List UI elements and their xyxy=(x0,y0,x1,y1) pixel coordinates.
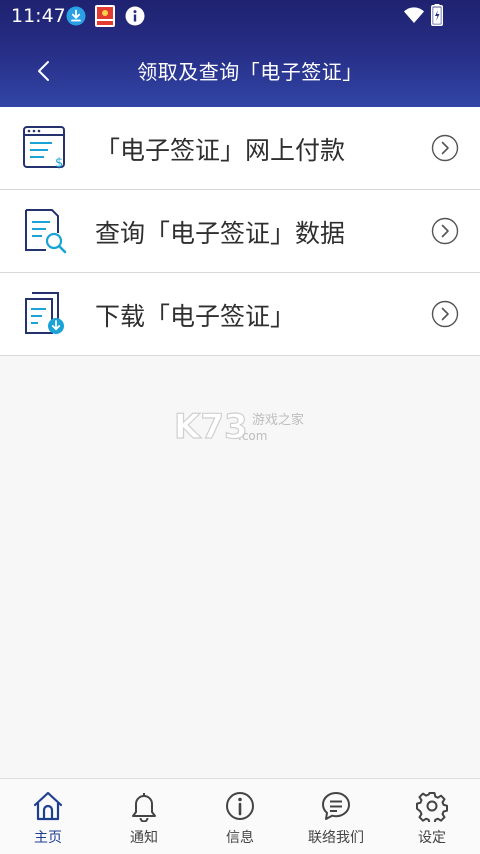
app-header: 11:47 领取及查询「电子签证」 xyxy=(0,0,480,107)
status-bar: 11:47 xyxy=(0,0,480,34)
menu-item-label: 查询「电子签证」数据 xyxy=(95,219,346,248)
tab-notifications[interactable]: 通知 xyxy=(96,779,192,854)
chevron-right-circle-icon xyxy=(431,217,459,245)
tab-home[interactable]: 主页 xyxy=(0,779,96,854)
info-icon xyxy=(226,792,254,820)
wifi-icon xyxy=(404,7,424,23)
menu-item-download[interactable]: 下载「电子签证」 xyxy=(0,273,480,356)
search-document-icon xyxy=(25,209,67,254)
tab-label: 主页 xyxy=(34,830,62,846)
page-title: 领取及查询「电子签证」 xyxy=(137,60,363,84)
watermark-domain: .com xyxy=(238,429,267,443)
tab-label: 设定 xyxy=(418,830,446,846)
bottom-tab-bar: 主页 通知 信息 联络我们 设定 xyxy=(0,778,480,854)
menu-list: $ 「电子签证」网上付款 查询「电子签证」数据 下载「电子签证」 xyxy=(0,107,480,356)
battery-icon xyxy=(431,4,443,26)
gear-icon xyxy=(416,792,448,822)
chevron-right-circle-icon xyxy=(431,134,459,162)
menu-item-label: 「电子签证」网上付款 xyxy=(95,136,346,165)
menu-item-label: 下载「电子签证」 xyxy=(95,302,296,331)
chat-icon xyxy=(322,792,350,820)
svg-text:$: $ xyxy=(55,156,63,171)
tab-label: 通知 xyxy=(130,830,158,846)
payment-document-icon: $ xyxy=(23,126,65,171)
svg-text:K73: K73 xyxy=(174,407,248,444)
status-time: 11:47 xyxy=(11,5,66,27)
info-notification-icon xyxy=(125,6,145,26)
download-notification-icon xyxy=(66,6,86,26)
menu-item-query-data[interactable]: 查询「电子签证」数据 xyxy=(0,190,480,273)
chevron-right-circle-icon xyxy=(431,300,459,328)
home-icon xyxy=(33,791,63,821)
tab-contact-us[interactable]: 联络我们 xyxy=(288,779,384,854)
tab-settings[interactable]: 设定 xyxy=(384,779,480,854)
menu-item-online-payment[interactable]: $ 「电子签证」网上付款 xyxy=(0,107,480,190)
tab-label: 信息 xyxy=(226,830,254,846)
tab-info[interactable]: 信息 xyxy=(192,779,288,854)
bell-icon xyxy=(132,793,156,822)
watermark-text: 游戏之家 xyxy=(252,412,304,428)
tab-label: 联络我们 xyxy=(308,830,364,846)
app-notification-icon xyxy=(95,5,115,27)
k73-watermark-logo: K73 游戏之家 .com xyxy=(173,406,304,444)
download-document-icon xyxy=(25,292,64,334)
